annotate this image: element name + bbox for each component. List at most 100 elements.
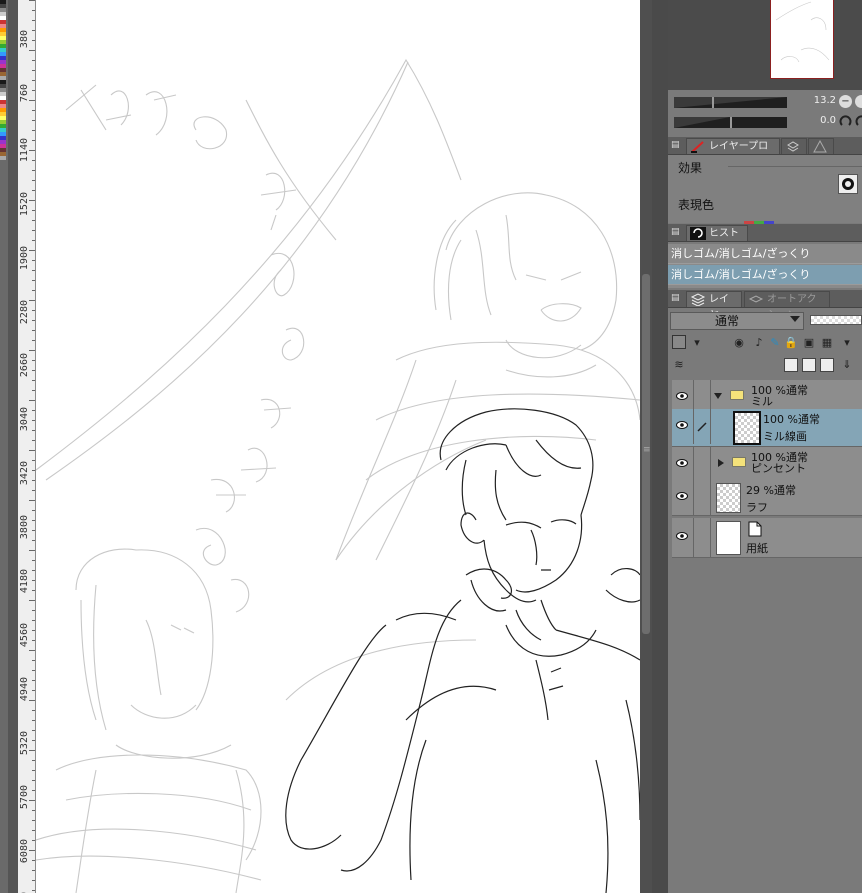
tab-layer[interactable]: レイヤー <box>686 291 742 321</box>
left-gap <box>8 0 18 893</box>
ruler-tick-label: 5320 <box>19 731 30 756</box>
layer-row-folder[interactable]: 100 %通常 ピンセント <box>672 447 862 483</box>
divider <box>710 409 711 444</box>
new-vector-layer-icon[interactable] <box>802 358 816 372</box>
eye-icon[interactable] <box>676 492 688 500</box>
ruler-tick <box>32 280 35 281</box>
ruler-tick <box>32 440 35 441</box>
layer-name: ピンセント <box>751 462 806 475</box>
layer-property-content: 効果 表現色 <box>668 155 862 225</box>
clip-layer-icon[interactable]: ◉ <box>732 336 746 350</box>
divider <box>693 409 694 444</box>
ruler-tick <box>29 850 35 851</box>
chevron-down-icon[interactable] <box>714 393 722 399</box>
ruler-tick-label: 3420 <box>19 461 30 486</box>
ruler-tick <box>32 860 35 861</box>
new-raster-layer-icon[interactable] <box>784 358 798 372</box>
tab-tool-property[interactable] <box>781 138 807 154</box>
history-item-selected[interactable]: 消しゴム/消しゴム/ざっくり <box>668 265 862 285</box>
layer-row[interactable]: 29 %通常 ラフ <box>672 480 862 516</box>
color-swatch[interactable] <box>0 156 6 160</box>
history-item[interactable]: 消しゴム/消しゴム/ざっくり <box>668 244 862 264</box>
eye-icon[interactable] <box>676 532 688 540</box>
divider <box>693 447 694 482</box>
triangle-tab-icon <box>813 140 827 153</box>
panel-menu-icon[interactable]: ▤ <box>671 140 681 150</box>
ruler-tick <box>32 310 35 311</box>
ruler-tick <box>32 630 35 631</box>
ruler-tick-label: 4180 <box>19 569 30 594</box>
navigator-preview-art <box>775 1 830 63</box>
lock-transparent-icon[interactable]: ▣ <box>802 336 816 350</box>
ruler-tick <box>32 110 35 111</box>
layer-row-selected[interactable]: 100 %通常 ミル線画 <box>672 409 862 447</box>
eye-icon[interactable] <box>676 459 688 467</box>
zoom-slider[interactable] <box>674 97 787 108</box>
ruler-tick <box>29 450 35 451</box>
layer-tabbar: ▤ レイヤー オートアクション <box>668 290 862 321</box>
ruler-tick <box>32 80 35 81</box>
layer-stack-icon <box>690 293 706 306</box>
tab-history[interactable]: ヒストリー <box>686 225 748 255</box>
color-swatch-strip[interactable] <box>0 0 8 893</box>
ruler-tick <box>32 30 35 31</box>
layer-color-icon[interactable] <box>672 335 686 349</box>
eye-icon[interactable] <box>676 392 688 400</box>
layer-thumbnail <box>716 483 741 513</box>
layer-name: 用紙 <box>746 542 768 555</box>
zoom-out-icon[interactable]: − <box>839 95 852 108</box>
sketch-artwork <box>36 58 640 893</box>
new-folder-icon[interactable] <box>820 358 834 372</box>
blend-mode-value: 通常 <box>715 314 740 328</box>
lock-icon[interactable]: 🔒 <box>784 336 798 350</box>
blend-mode-select[interactable]: 通常 <box>670 312 804 330</box>
ruler-tick <box>32 590 35 591</box>
ruler-tick <box>29 300 35 301</box>
pen-icon <box>696 421 708 433</box>
ruler-tick <box>32 360 35 361</box>
expression-color-swatch[interactable] <box>744 215 784 225</box>
ruler-tick <box>32 240 35 241</box>
layer-name: ラフ <box>746 501 768 514</box>
layers-tab-icon <box>787 141 799 152</box>
panel-menu-icon[interactable]: ▤ <box>671 293 681 303</box>
ruler-tick <box>29 650 35 651</box>
chevron-down-icon[interactable]: ▾ <box>690 336 704 350</box>
ruler-tick <box>32 380 35 381</box>
tab-auto-action[interactable]: オートアクション <box>744 291 830 321</box>
ruler-tick <box>32 490 35 491</box>
ruler-tick-label: 5700 <box>19 785 30 810</box>
layer-row-paper[interactable]: 用紙 <box>672 518 862 558</box>
rotate-left-icon[interactable] <box>839 115 852 128</box>
ruler-tick-label: 3800 <box>19 515 30 540</box>
eye-icon[interactable] <box>676 421 688 429</box>
opacity-slider[interactable] <box>810 315 862 325</box>
chevron-right-icon[interactable] <box>718 459 724 467</box>
circle-effect-icon <box>842 178 854 190</box>
scrollbar-grip-icon: ≡ <box>643 445 651 455</box>
panel-divider[interactable] <box>652 0 668 893</box>
effect-label: 効果 <box>678 161 703 175</box>
panel-menu-icon[interactable]: ▤ <box>671 227 681 237</box>
tab-subtool-detail[interactable] <box>808 138 834 154</box>
ruler-tick <box>32 10 35 11</box>
rotate-right-icon[interactable] <box>855 115 862 128</box>
zoom-in-icon[interactable] <box>855 95 862 108</box>
border-effect-button[interactable] <box>838 174 858 194</box>
ruler-tick <box>32 460 35 461</box>
ruler-tick <box>32 130 35 131</box>
drawing-canvas[interactable] <box>36 0 640 893</box>
divider <box>693 518 694 557</box>
layer-options-icon[interactable]: ▾ <box>840 336 854 350</box>
move-down-icon[interactable]: ⇓ <box>840 358 854 372</box>
draft-layer-icon[interactable]: ✎ <box>768 336 782 350</box>
layer-stack-icon[interactable]: ≋ <box>672 358 686 372</box>
reference-layer-icon[interactable]: ♪ <box>752 336 766 350</box>
navigator-preview[interactable] <box>770 0 834 79</box>
ruler-tick <box>32 770 35 771</box>
tab-layer-property[interactable]: レイヤープロパティ <box>686 138 780 168</box>
ruler-tick <box>29 500 35 501</box>
ruler-tick-label: 2660 <box>19 353 30 378</box>
rotate-slider[interactable] <box>674 117 787 128</box>
mask-icon[interactable]: ▦ <box>820 336 834 350</box>
